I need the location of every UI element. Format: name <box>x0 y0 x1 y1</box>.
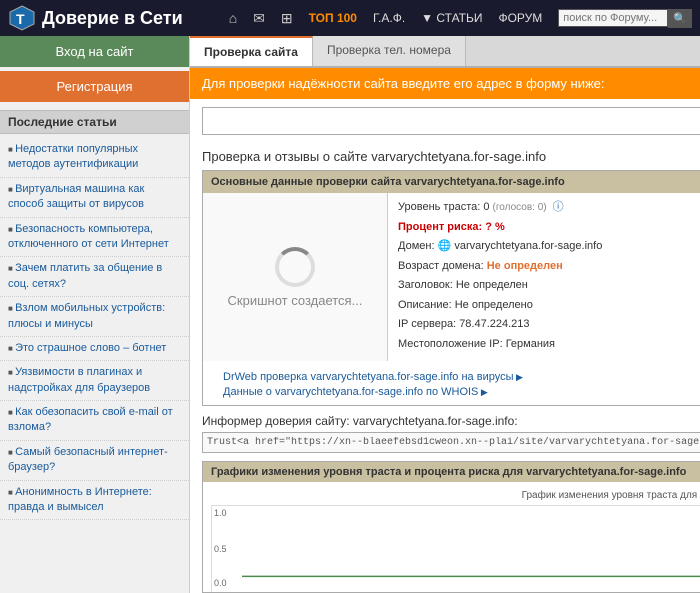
data-body: Скришнот создается... Уровень траста: 0 … <box>203 193 700 361</box>
tab-check-site[interactable]: Проверка сайта <box>190 36 313 66</box>
review-title: Проверка и отзывы о сайте varvarychtetya… <box>190 143 700 170</box>
sidebar-article-8[interactable]: Самый безопасный интернет-браузер? <box>0 441 189 481</box>
y-label-mid: 0.5 <box>214 544 227 554</box>
grid-icon[interactable]: ⊞ <box>281 10 293 27</box>
percent-risk-row: Процент риска: ? % <box>398 219 700 236</box>
location-row: Местоположение IP: Германия <box>398 336 700 353</box>
sidebar-article-2[interactable]: Безопасность компьютера, отключенного от… <box>0 218 189 258</box>
search-bar: 🔍 <box>558 9 692 28</box>
search-button[interactable]: 🔍 <box>668 9 692 28</box>
svg-text:Т: Т <box>16 11 25 27</box>
y-label-top: 1.0 <box>214 508 227 518</box>
screenshot-text: Скришнот создается... <box>228 293 363 308</box>
description-label: Описание: <box>398 299 452 311</box>
informer-content: Trust<a href="https://xn--blaeefebsd1cwe… <box>207 437 700 448</box>
content-area: Проверка сайта Проверка тел. номера Для … <box>190 36 700 593</box>
graph-svg <box>242 506 700 592</box>
site-header-value: Не определен <box>456 279 528 291</box>
domain-icon: 🌐 <box>438 240 455 252</box>
main-nav: ⌂ ✉ ⊞ ТОП 100 Г.А.Ф. ▼ СТАТЬИ ФОРУМ 🔍 <box>229 9 692 28</box>
description-row: Описание: Не определено <box>398 297 700 314</box>
description-value: Не определено <box>455 299 533 311</box>
nav-top100[interactable]: ТОП 100 <box>309 11 357 25</box>
sidebar-articles-list: Недостатки популярных методов аутентифик… <box>0 134 189 524</box>
trust-level-label: Уровень траста: <box>398 201 480 213</box>
informer-box: Trust<a href="https://xn--blaeefebsd1cwe… <box>202 432 700 453</box>
search-input[interactable] <box>558 9 668 27</box>
envelope-icon[interactable]: ✉ <box>253 10 265 27</box>
age-row: Возраст домена: Не определен <box>398 258 700 275</box>
data-section-header: Основные данные проверки сайта varvarych… <box>203 171 700 193</box>
sidebar-article-3[interactable]: Зачем платить за общение в соц. сетях? <box>0 257 189 297</box>
informer-title: Информер доверия сайту: varvarychtetyana… <box>202 414 700 428</box>
sidebar-article-9[interactable]: Анонимность в Интернете: правда и вымысе… <box>0 481 189 521</box>
percent-risk-label: Процент риска: <box>398 221 482 233</box>
ip-row: IP сервера: 78.47.224.213 <box>398 316 700 333</box>
banner-text: Для проверки надёжности сайта введите ег… <box>190 68 700 99</box>
ip-label: IP сервера: <box>398 318 456 330</box>
nav-faq[interactable]: Г.А.Ф. <box>373 11 405 25</box>
sidebar-article-7[interactable]: Как обезопасить свой e-mail от взлома? <box>0 401 189 441</box>
informer-section: Информер доверия сайту: varvarychtetyana… <box>202 414 700 453</box>
percent-risk-value: ? % <box>485 221 505 233</box>
graph-section-header: Графики изменения уровня траста и процен… <box>203 462 700 482</box>
sidebar-articles-title: Последние статьи <box>0 110 189 134</box>
trust-level-row: Уровень траста: 0 (голосов: 0) ⓘ <box>398 199 700 216</box>
register-button[interactable]: Регистрация <box>0 71 189 102</box>
trust-info-icon[interactable]: ⓘ <box>553 201 564 213</box>
login-button[interactable]: Вход на сайт <box>0 36 189 67</box>
sidebar-article-5[interactable]: Это страшное слово – ботнет <box>0 337 189 361</box>
loading-spinner <box>275 247 315 287</box>
screenshot-area: Скришнот создается... <box>203 193 388 361</box>
sidebar-article-1[interactable]: Виртуальная машина как способ защиты от … <box>0 178 189 218</box>
trust-votes: (голосов: 0) <box>493 202 547 213</box>
whois-link[interactable]: Данные о varvarychtetyana.for-sage.info … <box>223 386 700 398</box>
nav-articles[interactable]: ▼ СТАТЬИ <box>421 11 482 25</box>
domain-row: Домен: 🌐 varvarychtetyana.for-sage.info <box>398 238 700 255</box>
location-label: Местоположение IP: <box>398 338 503 350</box>
site-header-label: Заголовок: <box>398 279 453 291</box>
sidebar-article-0[interactable]: Недостатки популярных методов аутентифик… <box>0 138 189 178</box>
age-label: Возраст домена: <box>398 260 484 272</box>
header: Т Доверие в Сети ⌂ ✉ ⊞ ТОП 100 Г.А.Ф. ▼ … <box>0 0 700 36</box>
graph-inner-title: График изменения уровня траста для varva… <box>211 490 700 501</box>
domain-value: varvarychtetyana.for-sage.info <box>454 240 602 252</box>
graph-chart: 1.0 0.5 0.0 Активация W Чтобы активиро..… <box>211 505 700 592</box>
graph-body: График изменения уровня траста для varva… <box>203 482 700 592</box>
url-input-row: ПРОВЕРКА САЙТА <box>190 99 700 143</box>
nav-forum[interactable]: ФОРУМ <box>498 11 542 25</box>
y-label-bottom: 0.0 <box>214 578 227 588</box>
url-input[interactable] <box>202 107 700 135</box>
info-panel: Уровень траста: 0 (голосов: 0) ⓘ Процент… <box>388 193 700 361</box>
tab-bar: Проверка сайта Проверка тел. номера <box>190 36 700 68</box>
header-row: Заголовок: Не определен <box>398 277 700 294</box>
domain-label: Домен: <box>398 240 435 252</box>
sidebar: Вход на сайт Регистрация Последние стать… <box>0 36 190 593</box>
virus-check-link[interactable]: DrWeb проверка varvarychtetyana.for-sage… <box>223 371 700 383</box>
data-links-section: DrWeb проверка varvarychtetyana.for-sage… <box>215 367 700 405</box>
sidebar-article-6[interactable]: Уязвимости в плагинах и надстройках для … <box>0 361 189 401</box>
ip-value: 78.47.224.213 <box>459 318 529 330</box>
logo: Т Доверие в Сети <box>8 4 183 32</box>
main-layout: Вход на сайт Регистрация Последние стать… <box>0 36 700 593</box>
home-icon[interactable]: ⌂ <box>229 10 237 26</box>
site-title: Доверие в Сети <box>42 8 183 29</box>
age-value: Не определен <box>487 260 563 272</box>
graph-section: Графики изменения уровня траста и процен… <box>202 461 700 593</box>
sidebar-article-4[interactable]: Взлом мобильных устройств: плюсы и минус… <box>0 297 189 337</box>
trust-level-value: 0 <box>483 201 489 213</box>
location-value: Германия <box>506 338 555 350</box>
logo-icon: Т <box>8 4 36 32</box>
tab-check-phone[interactable]: Проверка тел. номера <box>313 36 466 66</box>
data-section: Основные данные проверки сайта varvarych… <box>202 170 700 406</box>
